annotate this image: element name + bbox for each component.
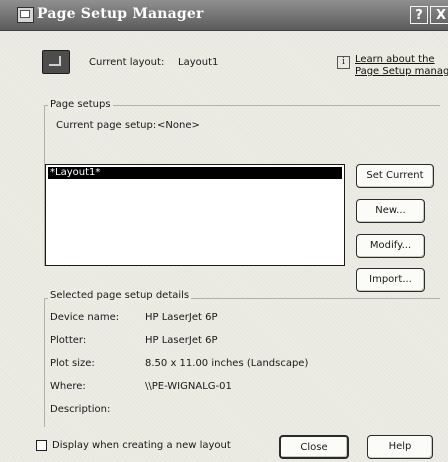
app-icon bbox=[17, 7, 34, 23]
where-label: Where: bbox=[50, 381, 86, 392]
layout-icon bbox=[42, 50, 70, 74]
set-current-button[interactable]: Set Current bbox=[356, 164, 434, 188]
current-layout-value: Layout1 bbox=[178, 57, 219, 68]
close-button[interactable]: Close bbox=[279, 435, 349, 459]
list-item-layout1[interactable]: *Layout1* bbox=[48, 167, 342, 179]
plot-size-label: Plot size: bbox=[50, 358, 95, 369]
plotter-value: HP LaserJet 6P bbox=[145, 335, 218, 346]
page-setup-manager-dialog: Page Setup Manager ? X Current layout: L… bbox=[0, 0, 448, 462]
title-close-button[interactable]: X bbox=[430, 6, 448, 24]
learn-about-link[interactable]: Learn about the Page Setup manage bbox=[355, 54, 448, 78]
title-bar[interactable]: Page Setup Manager ? X bbox=[0, 0, 448, 31]
display-on-new-layout-checkbox[interactable] bbox=[36, 440, 47, 451]
description-label: Description: bbox=[50, 404, 111, 415]
plot-size-value: 8.50 x 11.00 inches (Landscape) bbox=[145, 358, 309, 369]
import-button[interactable]: Import... bbox=[356, 268, 425, 292]
display-on-new-layout-label[interactable]: Display when creating a new layout bbox=[52, 440, 231, 451]
window-title: Page Setup Manager bbox=[37, 6, 204, 22]
info-icon: i bbox=[337, 56, 350, 69]
device-name-label: Device name: bbox=[50, 312, 120, 323]
device-name-value: HP LaserJet 6P bbox=[145, 312, 218, 323]
plotter-label: Plotter: bbox=[50, 335, 87, 346]
modify-button[interactable]: Modify... bbox=[356, 234, 425, 258]
learn-link-line2[interactable]: Page Setup manage bbox=[355, 66, 448, 77]
new-button[interactable]: New... bbox=[356, 199, 425, 223]
current-layout-label: Current layout: bbox=[89, 57, 165, 68]
help-button[interactable]: Help bbox=[367, 435, 433, 459]
title-help-button[interactable]: ? bbox=[410, 6, 428, 24]
details-group-label: Selected page setup details bbox=[48, 290, 192, 301]
current-page-setup-label: Current page setup: bbox=[56, 120, 157, 131]
page-setups-list[interactable]: *Layout1* bbox=[45, 164, 345, 266]
current-page-setup-value: <None> bbox=[157, 120, 200, 131]
where-value: \\PE-WIGNALG-01 bbox=[145, 381, 232, 392]
page-setups-group-label: Page setups bbox=[48, 99, 113, 110]
learn-link-line1[interactable]: Learn about the bbox=[355, 54, 435, 65]
